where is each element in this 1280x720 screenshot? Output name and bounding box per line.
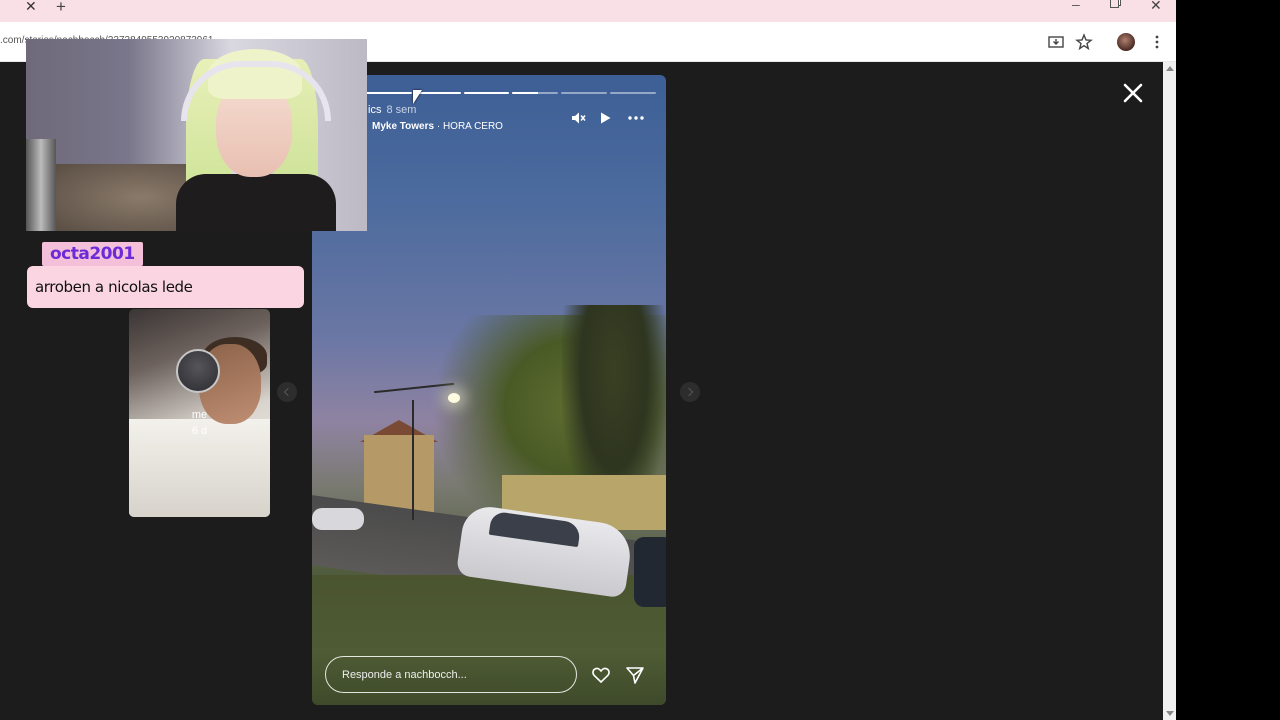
scroll-down-icon[interactable] bbox=[1166, 711, 1174, 716]
window-close-button[interactable]: ✕ bbox=[1150, 0, 1162, 14]
story-username[interactable]: ics bbox=[368, 104, 381, 116]
story-image-car-left bbox=[312, 508, 364, 530]
mouse-cursor-icon bbox=[413, 90, 422, 104]
progress-segment bbox=[512, 92, 559, 94]
preview-username: me bbox=[191, 409, 208, 421]
bookmark-star-icon[interactable] bbox=[1075, 33, 1093, 51]
music-artist: Myke Towers bbox=[372, 121, 435, 132]
install-app-icon[interactable] bbox=[1047, 33, 1065, 51]
progress-segment bbox=[463, 92, 510, 94]
chat-username: octa2001 bbox=[42, 242, 143, 266]
send-icon[interactable] bbox=[625, 665, 645, 685]
more-icon[interactable] bbox=[627, 109, 645, 127]
heart-icon[interactable] bbox=[591, 665, 611, 685]
story-music[interactable]: Myke Towers · HORA CERO bbox=[372, 121, 503, 132]
scroll-up-icon[interactable] bbox=[1166, 66, 1174, 71]
previous-story-preview[interactable]: me 6 d bbox=[129, 309, 270, 517]
story-image-lamp-pole bbox=[412, 400, 414, 520]
music-track: HORA CERO bbox=[442, 121, 503, 132]
play-icon[interactable] bbox=[596, 109, 614, 127]
progress-fill bbox=[463, 92, 510, 94]
browser-menu-icon[interactable] bbox=[1148, 33, 1166, 51]
tab-close-icon[interactable]: ✕ bbox=[25, 0, 37, 15]
story-time: 8 sem bbox=[386, 104, 417, 116]
webcam-bottle bbox=[26, 139, 56, 231]
previous-story-button[interactable] bbox=[277, 382, 297, 402]
profile-avatar[interactable] bbox=[1117, 33, 1135, 51]
mute-icon[interactable] bbox=[569, 109, 587, 127]
webcam-body bbox=[176, 174, 336, 231]
browser-tab-bar: ✕ + – ✕ bbox=[0, 0, 1176, 22]
preview-time: 6 d bbox=[191, 425, 208, 437]
reply-input[interactable]: Responde a nachbocch... bbox=[325, 656, 577, 693]
music-separator: · bbox=[434, 121, 443, 132]
new-tab-button[interactable]: + bbox=[56, 0, 66, 17]
progress-fill bbox=[366, 92, 412, 94]
story-header: ics 8 sem bbox=[368, 104, 416, 116]
next-story-button[interactable] bbox=[680, 382, 700, 402]
restore-button[interactable] bbox=[1110, 0, 1119, 8]
progress-segment bbox=[610, 92, 656, 94]
webcam-overlay bbox=[26, 39, 367, 231]
screen: ✕ + – ✕ .com/stories/nachbocch/327384955… bbox=[0, 0, 1280, 720]
progress-segment bbox=[561, 92, 608, 94]
close-stories-icon[interactable] bbox=[1118, 78, 1148, 108]
story-image-lamp-light bbox=[448, 393, 460, 403]
progress-fill bbox=[512, 92, 538, 94]
chat-message: arroben a nicolas lede bbox=[27, 266, 304, 308]
minimize-button[interactable]: – bbox=[1072, 0, 1080, 12]
page-scrollbar[interactable] bbox=[1163, 62, 1176, 720]
story-image-car-right bbox=[634, 537, 666, 607]
progress-segment bbox=[366, 92, 412, 94]
preview-avatar bbox=[176, 349, 220, 393]
